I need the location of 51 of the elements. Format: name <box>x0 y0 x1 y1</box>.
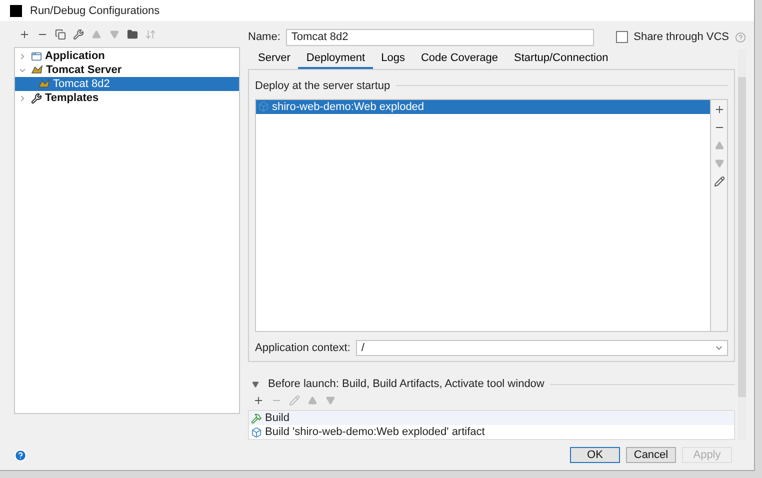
wrench-icon <box>73 28 84 40</box>
dialog-button[interactable]: Cancel <box>626 447 676 463</box>
share-checkbox[interactable] <box>616 31 628 43</box>
sort-icon <box>145 28 156 40</box>
context-label: Application context: <box>255 342 350 354</box>
help-icon[interactable] <box>735 32 746 42</box>
scrollbar-thumb[interactable] <box>738 77 746 397</box>
pencil-icon <box>289 395 300 406</box>
down-triangle-icon <box>714 158 724 168</box>
toolbar-button[interactable] <box>72 28 85 40</box>
up-triangle-icon <box>92 30 101 38</box>
dialog-button[interactable]: OK <box>570 447 620 463</box>
tree-item[interactable]: Templates <box>15 91 239 105</box>
artifact-icon <box>258 101 269 112</box>
tree-item[interactable]: Application <box>15 49 239 63</box>
scrollbar[interactable] <box>738 49 746 440</box>
tab[interactable]: Code Coverage <box>412 49 506 69</box>
up-triangle-icon <box>714 140 724 150</box>
pencil-icon <box>714 176 724 187</box>
toolbar-button[interactable] <box>252 394 265 407</box>
tab[interactable]: Server <box>250 49 298 69</box>
task-item[interactable]: Build <box>249 411 734 425</box>
add-icon <box>19 28 30 40</box>
name-field[interactable]: Tomcat 8d2 <box>286 28 594 46</box>
add-icon <box>714 104 724 115</box>
section-title: Before launch: Build, Build Artifacts, Activate tool window <box>268 378 544 390</box>
tree-item[interactable]: Tomcat Server <box>15 63 239 77</box>
add-icon <box>253 395 264 406</box>
artifact-icon <box>251 426 262 438</box>
tree-item[interactable]: Tomcat 8d2 <box>15 77 239 91</box>
tab[interactable]: Logs <box>373 49 413 69</box>
toolbar-button[interactable] <box>126 28 139 40</box>
context-combo[interactable]: / <box>356 340 728 356</box>
copy-icon <box>55 28 66 40</box>
toolbar-button[interactable] <box>712 174 726 188</box>
wrench-icon <box>31 92 42 104</box>
app-logo-icon <box>10 4 22 16</box>
share-label: Share through VCS <box>634 31 729 43</box>
tab[interactable]: Startup/Connection <box>506 49 616 69</box>
deployment-item[interactable]: shiro-web-demo:Web exploded <box>256 100 710 114</box>
down-triangle-icon <box>110 30 119 38</box>
toolbar-button[interactable] <box>54 28 67 40</box>
down-triangle-icon <box>326 396 335 405</box>
folder-icon <box>127 28 138 40</box>
hammer-icon <box>251 412 262 424</box>
tab[interactable]: Deployment <box>298 49 374 69</box>
window-title: Run/Debug Configurations <box>30 4 160 16</box>
up-triangle-icon <box>308 396 317 405</box>
window-icon <box>31 50 42 62</box>
name-label: Name: <box>248 31 280 43</box>
section-title: Deploy at the server startup <box>255 80 390 92</box>
